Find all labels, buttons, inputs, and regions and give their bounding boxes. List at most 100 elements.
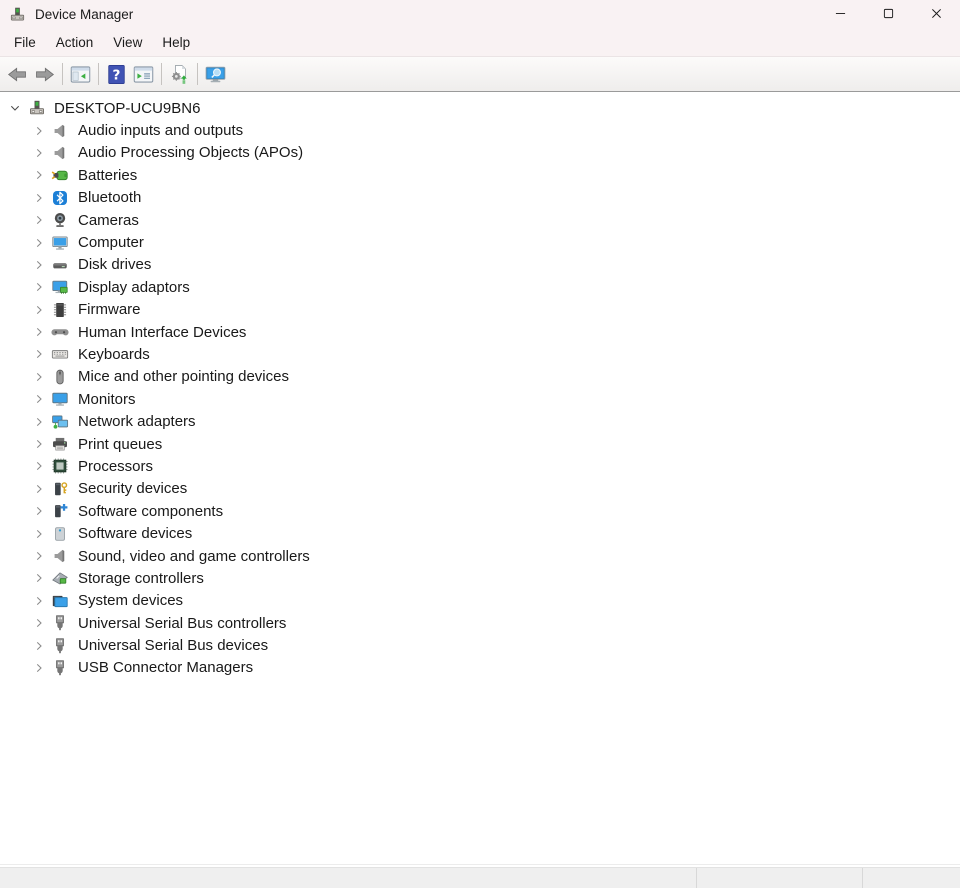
chevron-right-icon[interactable] xyxy=(30,369,48,385)
toolbar-separator xyxy=(197,63,198,85)
tree-item-bluetooth[interactable]: Bluetooth xyxy=(0,187,960,209)
minimize-button[interactable] xyxy=(816,0,864,28)
titlebar: Device Manager xyxy=(0,0,960,28)
device-manager-icon xyxy=(28,99,46,117)
display-adapter-icon xyxy=(51,278,69,296)
chevron-right-icon[interactable] xyxy=(30,660,48,676)
computer-monitor-icon xyxy=(51,234,69,252)
tree-item-disk-drives[interactable]: Disk drives xyxy=(0,254,960,276)
tree-item-label: Mice and other pointing devices xyxy=(78,368,289,385)
chevron-right-icon[interactable] xyxy=(30,615,48,631)
system-device-icon xyxy=(51,592,69,610)
tree-item-network-adapters[interactable]: Network adapters xyxy=(0,410,960,432)
menu-view[interactable]: View xyxy=(103,28,152,56)
tree-item-label: Audio inputs and outputs xyxy=(78,122,243,139)
chevron-right-icon[interactable] xyxy=(30,257,48,273)
scan-for-hardware-changes-button[interactable] xyxy=(166,61,193,88)
tree-item-mice-and-other-pointing-devices[interactable]: Mice and other pointing devices xyxy=(0,366,960,388)
back-button[interactable] xyxy=(4,61,31,88)
tree-item-usb-connector-managers[interactable]: USB Connector Managers xyxy=(0,657,960,679)
tree-item-system-devices[interactable]: System devices xyxy=(0,590,960,612)
tree-item-human-interface-devices[interactable]: Human Interface Devices xyxy=(0,321,960,343)
chevron-right-icon[interactable] xyxy=(30,123,48,139)
tree-item-label: Universal Serial Bus controllers xyxy=(78,615,286,632)
tree-item-security-devices[interactable]: Security devices xyxy=(0,478,960,500)
chevron-down-icon[interactable] xyxy=(6,100,24,116)
computer-search-icon xyxy=(205,64,226,85)
monitor-icon xyxy=(51,390,69,408)
menu-file[interactable]: File xyxy=(4,28,46,56)
tree-item-software-devices[interactable]: Software devices xyxy=(0,522,960,544)
tree-item-monitors[interactable]: Monitors xyxy=(0,388,960,410)
network-adapter-icon xyxy=(51,413,69,431)
tree-item-batteries[interactable]: Batteries xyxy=(0,164,960,186)
chevron-right-icon[interactable] xyxy=(30,212,48,228)
device-manager-window: Device Manager FileActionViewHelp ? DESK… xyxy=(0,0,960,888)
chevron-right-icon[interactable] xyxy=(30,414,48,430)
chevron-right-icon[interactable] xyxy=(30,548,48,564)
tree-item-audio-inputs-and-outputs[interactable]: Audio inputs and outputs xyxy=(0,119,960,141)
tree-item-cameras[interactable]: Cameras xyxy=(0,209,960,231)
chevron-right-icon[interactable] xyxy=(30,638,48,654)
tree-item-storage-controllers[interactable]: Storage controllers xyxy=(0,567,960,589)
disk-drive-icon xyxy=(51,256,69,274)
chevron-right-icon[interactable] xyxy=(30,458,48,474)
forward-button[interactable] xyxy=(31,61,58,88)
show-console-tree-button[interactable] xyxy=(67,61,94,88)
tree-item-sound-video-and-game-controllers[interactable]: Sound, video and game controllers xyxy=(0,545,960,567)
chevron-right-icon[interactable] xyxy=(30,526,48,542)
bluetooth-icon xyxy=(51,189,69,207)
tree-item-processors[interactable]: Processors xyxy=(0,455,960,477)
storage-controller-icon xyxy=(51,569,69,587)
speaker-icon xyxy=(51,144,69,162)
chevron-right-icon[interactable] xyxy=(30,302,48,318)
back-arrow-icon xyxy=(7,64,28,85)
tree-item-desktop-ucu9bn6[interactable]: DESKTOP-UCU9BN6 xyxy=(0,97,960,119)
tree-item-firmware[interactable]: Firmware xyxy=(0,299,960,321)
chevron-right-icon[interactable] xyxy=(30,279,48,295)
action-pane-icon xyxy=(133,64,154,85)
tree-item-label: Storage controllers xyxy=(78,570,204,587)
tree-item-software-components[interactable]: Software components xyxy=(0,500,960,522)
scan-hardware-icon xyxy=(169,64,190,85)
menu-bar: FileActionViewHelp xyxy=(0,28,960,57)
chevron-right-icon[interactable] xyxy=(30,481,48,497)
tree-item-display-adaptors[interactable]: Display adaptors xyxy=(0,276,960,298)
tree-item-label: Bluetooth xyxy=(78,189,141,206)
maximize-button[interactable] xyxy=(864,0,912,28)
chevron-right-icon[interactable] xyxy=(30,235,48,251)
security-key-icon xyxy=(51,480,69,498)
toolbar-separator xyxy=(98,63,99,85)
chevron-right-icon[interactable] xyxy=(30,346,48,362)
chevron-right-icon[interactable] xyxy=(30,324,48,340)
tree-item-computer[interactable]: Computer xyxy=(0,231,960,253)
tree-item-audio-processing-objects-apos[interactable]: Audio Processing Objects (APOs) xyxy=(0,142,960,164)
software-device-icon xyxy=(51,525,69,543)
tree-item-universal-serial-bus-devices[interactable]: Universal Serial Bus devices xyxy=(0,634,960,656)
close-button[interactable] xyxy=(912,0,960,28)
chevron-right-icon[interactable] xyxy=(30,593,48,609)
chevron-right-icon[interactable] xyxy=(30,190,48,206)
camera-icon xyxy=(51,211,69,229)
console-tree-icon xyxy=(70,64,91,85)
window-controls xyxy=(816,0,960,28)
show-action-pane-button[interactable] xyxy=(130,61,157,88)
tree-item-keyboards[interactable]: Keyboards xyxy=(0,343,960,365)
chevron-right-icon[interactable] xyxy=(30,167,48,183)
tree-item-print-queues[interactable]: Print queues xyxy=(0,433,960,455)
chevron-right-icon[interactable] xyxy=(30,436,48,452)
tree-item-universal-serial-bus-controllers[interactable]: Universal Serial Bus controllers xyxy=(0,612,960,634)
chevron-right-icon[interactable] xyxy=(30,391,48,407)
printer-icon xyxy=(51,435,69,453)
menu-help[interactable]: Help xyxy=(152,28,200,56)
tree-item-label: Software components xyxy=(78,503,223,520)
chevron-right-icon[interactable] xyxy=(30,570,48,586)
chevron-right-icon[interactable] xyxy=(30,145,48,161)
tree-item-label: Universal Serial Bus devices xyxy=(78,637,268,654)
chevron-right-icon[interactable] xyxy=(30,503,48,519)
speaker-icon xyxy=(51,547,69,565)
menu-action[interactable]: Action xyxy=(46,28,104,56)
tree-item-label: Network adapters xyxy=(78,413,196,430)
help-button[interactable]: ? xyxy=(103,61,130,88)
search-devices-button[interactable] xyxy=(202,61,229,88)
